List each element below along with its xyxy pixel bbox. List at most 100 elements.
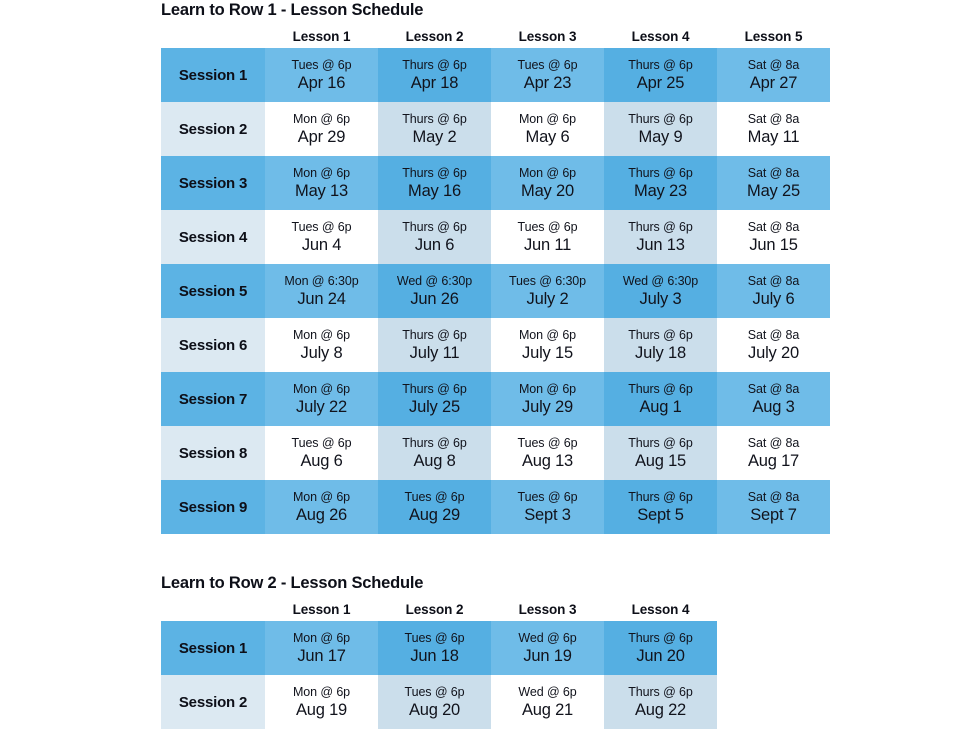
lesson-date: Aug 3 (752, 397, 795, 416)
lesson-date: Aug 15 (634, 451, 687, 470)
lesson-date: Aug 20 (408, 700, 461, 719)
lesson-time: Mon @ 6p (292, 489, 351, 504)
lesson-date: Sept 3 (524, 505, 571, 524)
lesson-cell: Tues @ 6p Aug 6 (265, 426, 378, 480)
lesson-cell: Mon @ 6p July 8 (265, 318, 378, 372)
lesson-date: Sept 7 (750, 505, 797, 524)
lesson-cell: Tues @ 6p Jun 11 (491, 210, 604, 264)
schedule-title: Learn to Row 2 - Lesson Schedule (161, 574, 424, 592)
lesson-date: July 6 (752, 289, 795, 308)
lesson-date: May 25 (747, 181, 800, 200)
lesson-time: Wed @ 6p (518, 630, 577, 645)
lesson-date: Aug 6 (300, 451, 343, 470)
lesson-cell: Thurs @ 6p Aug 15 (604, 426, 717, 480)
lesson-date: May 11 (747, 127, 800, 146)
lesson-cell: Wed @ 6p Jun 19 (491, 621, 604, 675)
lesson-time: Thurs @ 6p (402, 435, 467, 450)
lesson-time: Mon @ 6p (292, 111, 351, 126)
lesson-cell: Tues @ 6p Apr 16 (265, 48, 378, 102)
lesson-date: July 29 (522, 397, 573, 416)
lesson-date: Apr 23 (523, 73, 572, 92)
lesson-time: Tues @ 6p (404, 630, 465, 645)
lesson-date: Aug 26 (295, 505, 348, 524)
lesson-time: Sat @ 8a (747, 435, 800, 450)
table-row: Session 4 Tues @ 6p Jun 4 Thurs @ 6p Jun 6 Tu… (161, 210, 830, 264)
lesson-date: July 3 (639, 289, 682, 308)
session-label: Session 6 (161, 318, 265, 372)
lesson-time: Mon @ 6p (518, 165, 577, 180)
lesson-cell: Tues @ 6p Aug 13 (491, 426, 604, 480)
lesson-column-header: Lesson 1 (292, 601, 351, 617)
lesson-time: Thurs @ 6p (402, 219, 467, 234)
lesson-cell: Sat @ 8a Apr 27 (717, 48, 830, 102)
lesson-column-header: Lesson 3 (518, 601, 577, 617)
lesson-time: Mon @ 6p (292, 630, 351, 645)
session-label: Session 4 (161, 210, 265, 264)
lesson-cell: Sat @ 8a Jun 15 (717, 210, 830, 264)
lesson-time: Sat @ 8a (747, 273, 800, 288)
lesson-time: Wed @ 6p (518, 684, 577, 699)
lesson-date: Aug 29 (408, 505, 461, 524)
lesson-cell: Mon @ 6p May 13 (265, 156, 378, 210)
lesson-time: Sat @ 8a (747, 165, 800, 180)
lesson-time: Sat @ 8a (747, 111, 800, 126)
lesson-time: Tues @ 6p (517, 489, 578, 504)
lesson-date: May 20 (521, 181, 574, 200)
lesson-column-header: Lesson 4 (631, 28, 690, 44)
lesson-cell: Thurs @ 6p July 11 (378, 318, 491, 372)
lesson-cell: Wed @ 6:30p Jun 26 (378, 264, 491, 318)
lesson-date: July 18 (635, 343, 686, 362)
lesson-cell: Tues @ 6p Sept 3 (491, 480, 604, 534)
session-label: Session 2 (161, 102, 265, 156)
lesson-date: Jun 4 (301, 235, 342, 254)
lesson-cell: Mon @ 6p July 29 (491, 372, 604, 426)
schedule-block: Learn to Row 2 - Lesson Schedule Lesson 1… (161, 573, 960, 729)
lesson-date: Apr 25 (636, 73, 685, 92)
lesson-time: Thurs @ 6p (628, 435, 693, 450)
lesson-date: Jun 18 (410, 646, 459, 665)
session-label: Session 2 (161, 675, 265, 729)
lesson-cell: Thurs @ 6p May 16 (378, 156, 491, 210)
lesson-time: Tues @ 6p (291, 435, 352, 450)
lesson-cell: Thurs @ 6p Aug 8 (378, 426, 491, 480)
lesson-time: Tues @ 6p (404, 684, 465, 699)
table-row: Session 6 Mon @ 6p July 8 Thurs @ 6p July 11… (161, 318, 830, 372)
schedule-title: Learn to Row 1 - Lesson Schedule (161, 1, 424, 19)
lesson-date: Jun 19 (523, 646, 572, 665)
lesson-time: Sat @ 8a (747, 327, 800, 342)
lesson-date: Aug 8 (413, 451, 456, 470)
lesson-date: May 2 (412, 127, 457, 146)
lesson-cell: Tues @ 6:30p July 2 (491, 264, 604, 318)
lesson-cell: Thurs @ 6p May 23 (604, 156, 717, 210)
header-row: Lesson 1 Lesson 2 Lesson 3 Lesson 4 Lesson 5 (161, 24, 830, 48)
lesson-cell: Tues @ 6p Aug 20 (378, 675, 491, 729)
lesson-time: Sat @ 8a (747, 489, 800, 504)
lesson-time: Mon @ 6p (518, 381, 577, 396)
lesson-date: Aug 19 (295, 700, 348, 719)
lesson-date: July 20 (748, 343, 799, 362)
lesson-cell: Mon @ 6:30p Jun 24 (265, 264, 378, 318)
lesson-date: May 9 (638, 127, 683, 146)
schedule-table: Lesson 1 Lesson 2 Lesson 3 Lesson 4 Session … (161, 597, 717, 729)
lesson-time: Wed @ 6:30p (622, 273, 699, 288)
lesson-column-header: Lesson 2 (405, 601, 464, 617)
lesson-time: Sat @ 8a (747, 57, 800, 72)
session-label: Session 9 (161, 480, 265, 534)
table-row: Session 2 Mon @ 6p Apr 29 Thurs @ 6p May 2 Mo… (161, 102, 830, 156)
lesson-date: Apr 18 (410, 73, 459, 92)
lesson-date: Jun 17 (297, 646, 346, 665)
lesson-cell: Thurs @ 6p Jun 13 (604, 210, 717, 264)
session-label: Session 7 (161, 372, 265, 426)
lesson-date: July 22 (296, 397, 347, 416)
schedule-page: Learn to Row 1 - Lesson Schedule Lesson 1… (0, 0, 960, 739)
lesson-date: Apr 16 (297, 73, 346, 92)
lesson-time: Mon @ 6p (292, 165, 351, 180)
lesson-time: Tues @ 6p (291, 57, 352, 72)
lesson-cell: Thurs @ 6p July 25 (378, 372, 491, 426)
lesson-time: Sat @ 8a (747, 219, 800, 234)
lesson-cell: Mon @ 6p July 22 (265, 372, 378, 426)
lesson-time: Tues @ 6p (404, 489, 465, 504)
lesson-date: Jun 24 (297, 289, 346, 308)
lesson-column-header: Lesson 2 (405, 28, 464, 44)
lesson-time: Tues @ 6p (517, 57, 578, 72)
